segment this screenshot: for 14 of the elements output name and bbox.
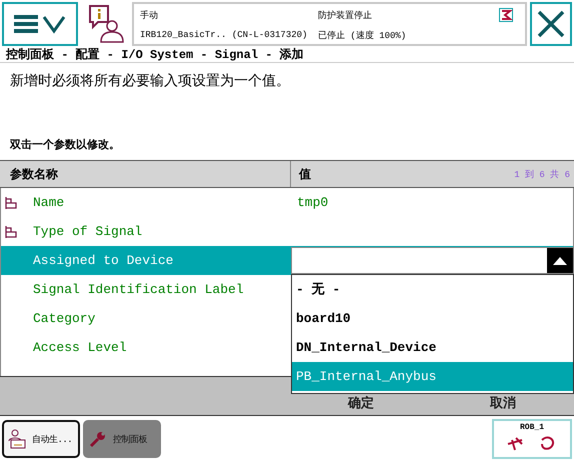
hint-text: 双击一个参数以修改。 <box>10 138 121 152</box>
row-count: 1 到 6 共 6 <box>514 168 571 180</box>
parameter-value: tmp0 <box>297 195 328 210</box>
parameter-name: Type of Signal <box>33 224 142 239</box>
controller-text: IRB120_BasicTr.. (CN-L-0317320) <box>140 30 308 40</box>
parameter-name: Name <box>33 195 64 210</box>
column-header: 参数名称 <box>9 166 59 182</box>
breadcrumb: 控制面板 - 配置 - I/O System - Signal - 添加 <box>0 48 574 63</box>
instruction-text: 新增时必须将所有必要输入项设置为一个值。 <box>10 72 291 90</box>
safety-text: 防护装置停止 <box>318 10 373 22</box>
parameter-name: Assigned to Device <box>33 253 174 268</box>
mode-text: 手动 <box>140 10 159 22</box>
state-text: 已停止 (速度 100%) <box>318 30 408 42</box>
column-header: 值 <box>299 166 311 182</box>
